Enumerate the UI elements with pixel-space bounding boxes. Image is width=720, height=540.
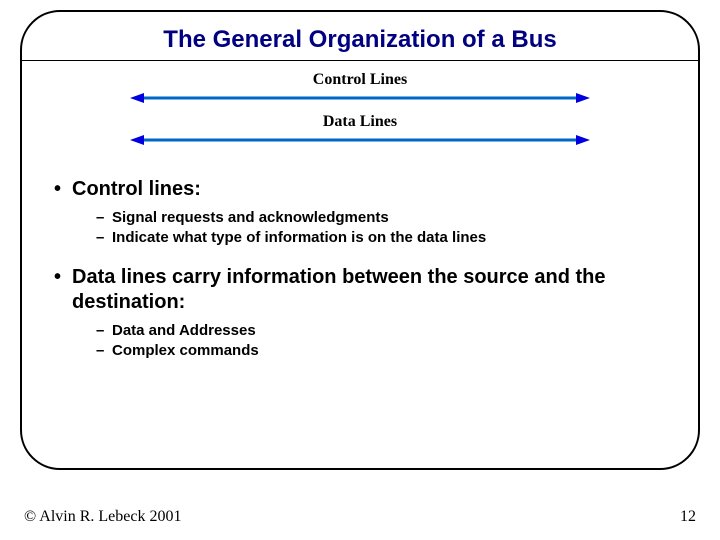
double-arrow-icon [130, 133, 590, 147]
sub-item: Indicate what type of information is on … [72, 228, 670, 248]
control-lines-label: Control Lines [130, 71, 590, 89]
title-wrap: The General Organization of a Bus [22, 26, 698, 60]
bullet-label: Control lines: [72, 178, 201, 200]
data-lines-label: Data Lines [130, 113, 590, 131]
bullet-data-lines: Data lines carry information between the… [50, 265, 670, 362]
sub-list: Data and Addresses Complex commands [72, 321, 670, 362]
slide-title: The General Organization of a Bus [123, 26, 596, 60]
sub-item: Signal requests and acknowledgments [72, 208, 670, 228]
sub-list: Signal requests and acknowledgments Indi… [72, 208, 670, 249]
data-lines-arrow [130, 133, 590, 147]
sub-item: Complex commands [72, 341, 670, 361]
control-lines-arrow [130, 91, 590, 105]
double-arrow-icon [130, 91, 590, 105]
slide-footer: © Alvin R. Lebeck 2001 12 [24, 508, 696, 526]
copyright-text: © Alvin R. Lebeck 2001 [24, 508, 181, 526]
bullet-list: Control lines: Signal requests and ackno… [50, 177, 670, 361]
title-underline [22, 60, 698, 61]
page-number: 12 [680, 508, 696, 526]
slide-body: Control lines: Signal requests and ackno… [22, 167, 698, 361]
sub-item: Data and Addresses [72, 321, 670, 341]
bus-diagram: Control Lines Data Lines [130, 71, 590, 147]
bullet-control-lines: Control lines: Signal requests and ackno… [50, 177, 670, 249]
slide-frame: The General Organization of a Bus Contro… [20, 10, 700, 470]
bullet-label-prefix: Data lines [72, 266, 166, 288]
